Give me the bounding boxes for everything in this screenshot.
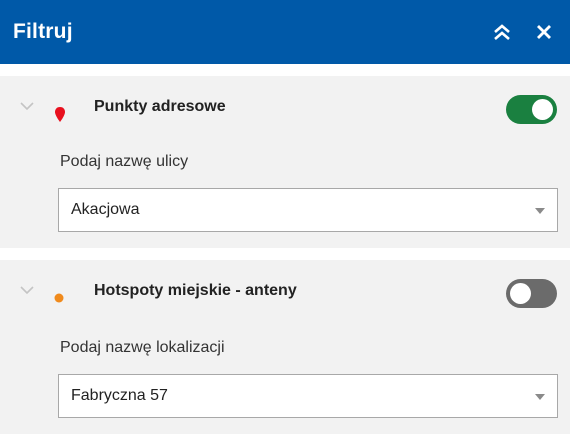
layer-row: Punkty adresowe — [0, 76, 570, 142]
location-pin-icon — [55, 107, 65, 122]
layer-toggle[interactable] — [506, 95, 557, 124]
location-select[interactable]: Fabryczna 57 — [58, 374, 558, 418]
dropdown-caret-icon — [535, 208, 545, 214]
panel-header: Filtruj — [0, 0, 570, 64]
street-select[interactable]: Akacjowa — [58, 188, 558, 232]
panel-title: Filtruj — [13, 20, 73, 43]
close-icon — [537, 25, 551, 39]
toggle-knob — [532, 99, 553, 120]
collapse-panel-button[interactable] — [480, 0, 524, 64]
field-label: Podaj nazwę lokalizacji — [60, 339, 225, 356]
double-chevron-up-icon — [494, 24, 510, 40]
toggle-knob — [510, 283, 531, 304]
select-value: Fabryczna 57 — [71, 387, 168, 404]
select-value: Akacjowa — [71, 201, 140, 218]
layer-filter-section: Hotspoty miejskie - anteny Podaj nazwę l… — [0, 260, 570, 434]
layer-name: Hotspoty miejskie - anteny — [94, 282, 297, 299]
chevron-down-icon[interactable] — [19, 100, 35, 112]
layer-row: Hotspoty miejskie - anteny — [0, 260, 570, 326]
filter-panel: Filtruj Punkty adresowe Podaj nazwę ulic… — [0, 0, 570, 435]
layer-filter-section: Punkty adresowe Podaj nazwę ulicy Akacjo… — [0, 76, 570, 248]
location-dot-icon — [54, 293, 64, 303]
layer-toggle[interactable] — [506, 279, 557, 308]
chevron-down-icon[interactable] — [19, 284, 35, 296]
field-label: Podaj nazwę ulicy — [60, 153, 189, 170]
close-panel-button[interactable] — [524, 0, 564, 64]
layer-name: Punkty adresowe — [94, 98, 226, 115]
dropdown-caret-icon — [535, 394, 545, 400]
